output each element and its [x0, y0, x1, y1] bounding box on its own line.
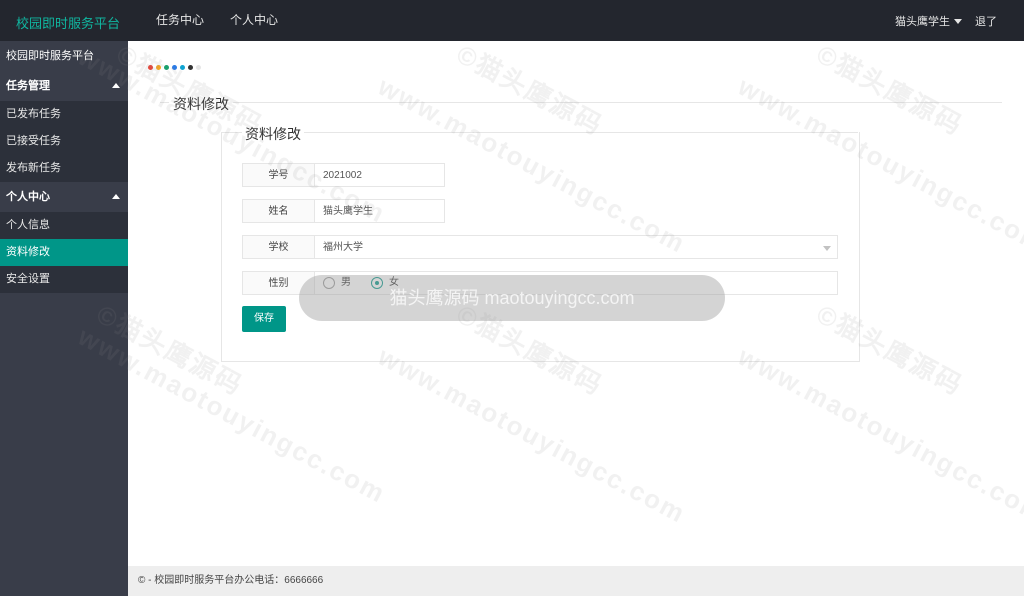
name-row: 姓名 猫头鹰学生	[242, 199, 445, 223]
form-title: 资料修改	[242, 124, 304, 144]
dot	[196, 65, 201, 70]
school-selected-value: 福州大学	[323, 242, 363, 253]
sidebar-group-label: 个人中心	[6, 191, 50, 203]
dot	[156, 65, 161, 70]
footer: © - 校园即时服务平台办公电话：6666666	[128, 566, 1024, 596]
logout-link[interactable]: 退了	[975, 13, 997, 29]
divider	[221, 132, 858, 133]
color-dots	[148, 65, 204, 70]
sidebar: 校园即时服务平台 任务管理 已发布任务 已接受任务 发布新任务 个人中心 个人信…	[0, 41, 128, 596]
overlay-toast: 猫头鹰源码 maotouyingcc.com	[299, 275, 725, 321]
school-row: 学校 福州大学	[242, 235, 838, 259]
sidebar-item-security-settings[interactable]: 安全设置	[0, 266, 128, 293]
sidebar-title[interactable]: 校园即时服务平台	[0, 41, 128, 71]
student-id-label: 学号	[242, 163, 315, 187]
user-menu[interactable]: 猫头鹰学生	[895, 13, 962, 29]
dot	[188, 65, 193, 70]
dot	[148, 65, 153, 70]
sidebar-item-new-task[interactable]: 发布新任务	[0, 155, 128, 182]
chevron-up-icon	[112, 83, 120, 88]
dot	[164, 65, 169, 70]
name-label: 姓名	[242, 199, 315, 223]
divider	[160, 102, 1002, 103]
name-input[interactable]: 猫头鹰学生	[315, 199, 445, 223]
dot	[172, 65, 177, 70]
student-id-row: 学号 2021002	[242, 163, 445, 187]
school-label: 学校	[242, 235, 315, 259]
sidebar-group-task-management[interactable]: 任务管理	[0, 71, 128, 101]
sidebar-group-label: 任务管理	[6, 80, 50, 92]
save-button[interactable]: 保存	[242, 306, 286, 332]
sidebar-item-accepted-tasks[interactable]: 已接受任务	[0, 128, 128, 155]
chevron-down-icon	[823, 246, 831, 251]
section-title: 资料修改	[169, 94, 233, 114]
school-select[interactable]: 福州大学	[315, 235, 838, 259]
sidebar-item-edit-profile[interactable]: 资料修改	[0, 239, 128, 266]
nav-personal-center[interactable]: 个人中心	[230, 0, 278, 41]
top-bar: 校园即时服务平台 任务中心 个人中心 猫头鹰学生 退了	[0, 0, 1024, 41]
sidebar-group-personal-center[interactable]: 个人中心	[0, 182, 128, 212]
user-name: 猫头鹰学生	[895, 16, 950, 28]
chevron-up-icon	[112, 194, 120, 199]
chevron-down-icon	[954, 18, 962, 24]
dot	[180, 65, 185, 70]
app-brand[interactable]: 校园即时服务平台	[16, 13, 120, 32]
top-nav: 任务中心 个人中心	[156, 0, 304, 41]
student-id-field: 2021002	[315, 163, 445, 187]
sidebar-item-personal-info[interactable]: 个人信息	[0, 212, 128, 239]
sidebar-item-published-tasks[interactable]: 已发布任务	[0, 101, 128, 128]
nav-task-center[interactable]: 任务中心	[156, 0, 204, 41]
